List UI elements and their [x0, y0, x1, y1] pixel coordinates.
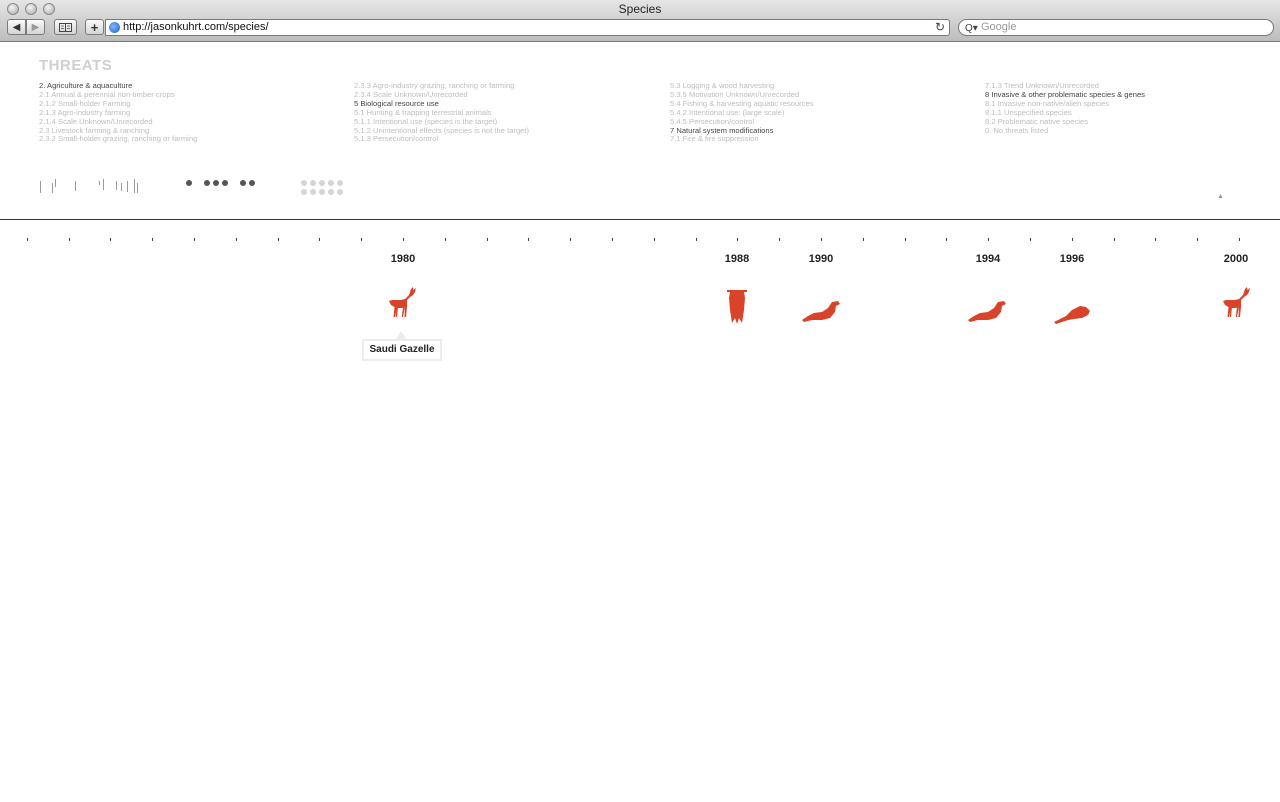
threats-column-4: 7.1.3 Trend Unknown/Unrecorded 8 Invasive…	[985, 81, 1280, 136]
back-button[interactable]: ◀	[7, 19, 26, 35]
timeline-tick	[278, 238, 279, 241]
timeline-tick	[528, 238, 529, 241]
threat-item[interactable]: 0. No threats listed	[985, 126, 1280, 136]
timeline-tick	[487, 238, 488, 241]
timeline-tick	[654, 238, 655, 241]
timeline-tick	[988, 238, 989, 241]
timeline-tick	[152, 238, 153, 241]
gazelle-icon[interactable]	[1223, 287, 1251, 324]
threats-column-2: 2.3.3 Agro-industry grazing, ranching or…	[354, 81, 654, 144]
collapse-arrow-icon[interactable]: ▲	[1217, 193, 1224, 200]
timeline-year-label: 1988	[724, 253, 750, 265]
timeline-tick	[194, 238, 195, 241]
timeline-tick	[319, 238, 320, 241]
threats-column-3: 5.3 Logging & wood harvesting 5.3.5 Motiv…	[670, 81, 970, 144]
timeline-tick	[27, 238, 28, 241]
page-content: THREATS 2. Agriculture & aquaculture 2.1 …	[0, 42, 1280, 802]
timeline-year-label: 2000	[1223, 253, 1249, 265]
timeline-year-label: 1990	[808, 253, 834, 265]
timeline-tick	[737, 238, 738, 241]
url-text: http://jasonkuhrt.com/species/	[123, 21, 269, 33]
timeline-tick	[905, 238, 906, 241]
timeline-tick	[696, 238, 697, 241]
tooltip-pointer	[396, 331, 406, 339]
timeline-tick	[1072, 238, 1073, 241]
timeline-tick	[1239, 238, 1240, 241]
search-input[interactable]: Q▾ Google	[958, 19, 1274, 36]
search-placeholder: Google	[981, 21, 1017, 33]
timeline-tick	[445, 238, 446, 241]
threats-column-1: 2. Agriculture & aquaculture 2.1 Annual &…	[39, 81, 339, 144]
bat-icon[interactable]	[725, 290, 749, 329]
bookmarks-button[interactable]	[54, 19, 77, 35]
window-title: Species	[618, 2, 662, 16]
timeline-year-label: 1980	[390, 253, 416, 265]
add-bookmark-button[interactable]: +	[85, 19, 104, 35]
timeline-year-label: 1994	[975, 253, 1001, 265]
forward-button[interactable]: ▶	[26, 19, 45, 35]
timeline-tick	[946, 238, 947, 241]
threats-heading: THREATS	[39, 57, 113, 74]
species-tooltip: Saudi Gazelle	[362, 339, 442, 361]
timeline-tick	[361, 238, 362, 241]
address-bar[interactable]: http://jasonkuhrt.com/species/ ↻	[105, 19, 950, 36]
timeline-tick	[1197, 238, 1198, 241]
timeline-tick	[779, 238, 780, 241]
timeline-tick	[1030, 238, 1031, 241]
seal-icon[interactable]	[968, 300, 1006, 328]
timeline-tick	[1155, 238, 1156, 241]
timeline-tick	[612, 238, 613, 241]
globe-icon	[109, 22, 120, 33]
timeline-rule	[0, 219, 1280, 220]
gazelle-icon[interactable]	[389, 287, 417, 324]
threat-filter-bars[interactable]	[39, 179, 149, 193]
threat-item[interactable]: 7.1 Fire & fire suppression	[670, 135, 970, 144]
browser-toolbar: Species ◀ ▶ + http://jasonkuhrt.com/spec…	[0, 0, 1280, 42]
timeline-year-label: 1996	[1059, 253, 1085, 265]
seal-icon[interactable]	[802, 300, 840, 328]
timeline-tick	[110, 238, 111, 241]
timeline-tick	[69, 238, 70, 241]
book-icon	[59, 22, 72, 32]
timeline-tick	[863, 238, 864, 241]
timeline-tick	[821, 238, 822, 241]
search-icon[interactable]: Q▾	[965, 21, 978, 36]
timeline-tick	[236, 238, 237, 241]
threat-item[interactable]: 5.1.3 Persecution/control	[354, 135, 654, 144]
timeline-tick	[570, 238, 571, 241]
timeline-tick	[1114, 238, 1115, 241]
timeline-tick	[403, 238, 404, 241]
threat-item[interactable]: 2.3.2 Small-holder grazing, ranching or …	[39, 135, 339, 144]
reload-icon[interactable]: ↻	[935, 20, 945, 35]
rodent-icon[interactable]	[1054, 304, 1090, 331]
